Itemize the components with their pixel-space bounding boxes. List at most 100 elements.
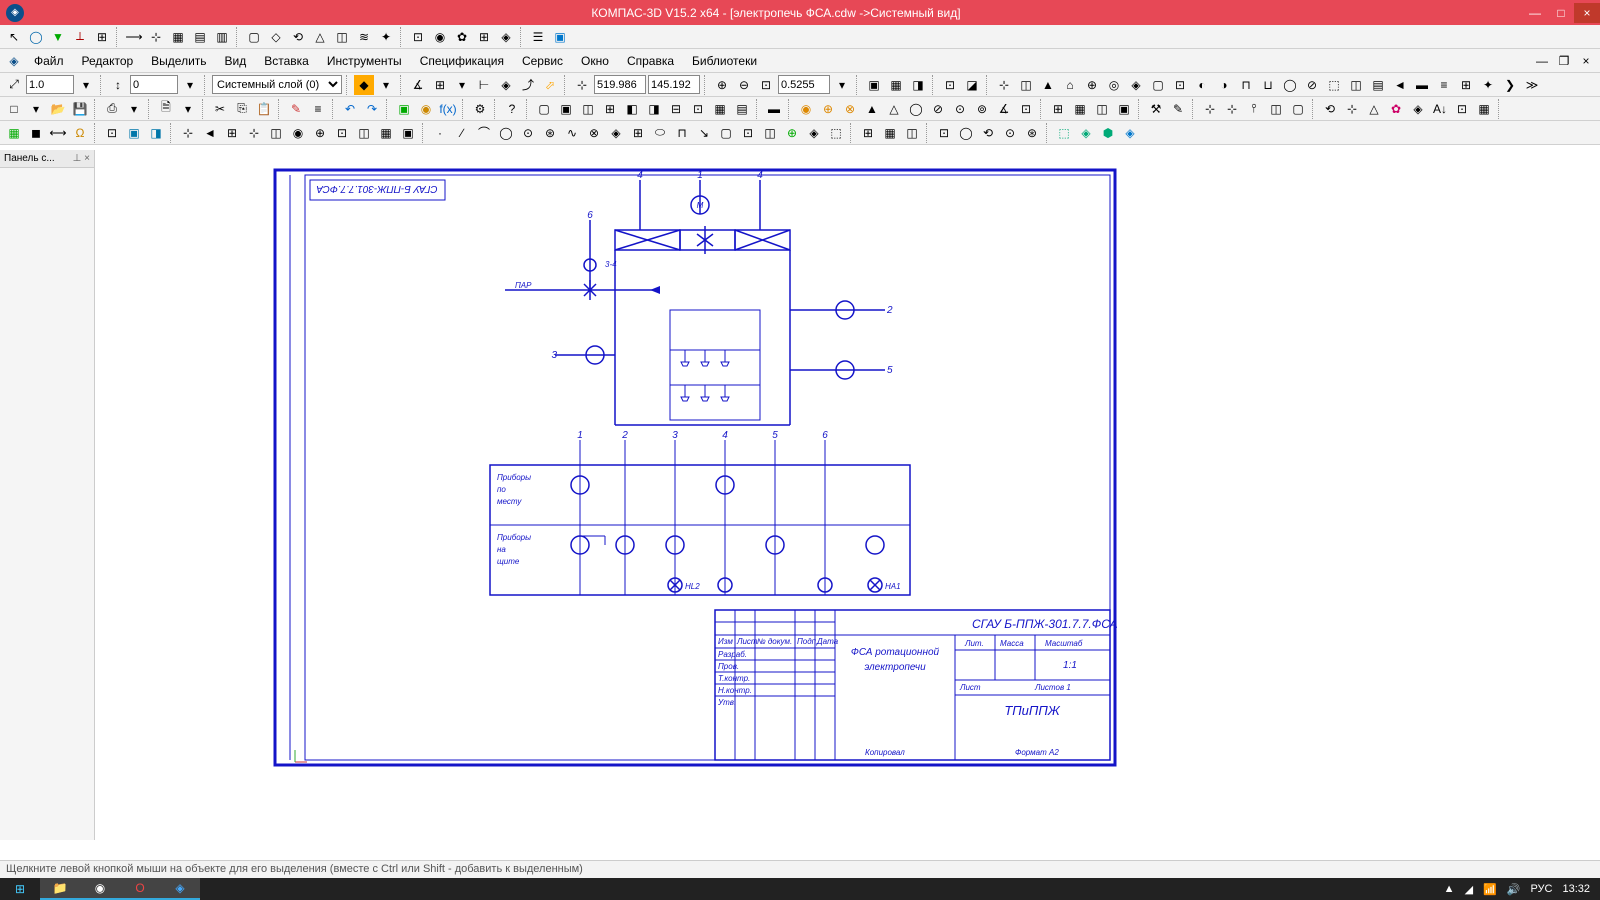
tool-icon[interactable]: ✿ (1386, 99, 1406, 119)
dropdown-icon[interactable]: ▾ (376, 75, 396, 95)
tool-icon[interactable]: ⟲ (978, 123, 998, 143)
tool-icon[interactable]: ☰ (528, 27, 548, 47)
tool-icon[interactable]: ▢ (716, 123, 736, 143)
tool-icon[interactable]: ⚒ (1146, 99, 1166, 119)
tool-icon[interactable]: ◯ (26, 27, 46, 47)
tool-icon[interactable]: ⊕ (818, 99, 838, 119)
tool-icon[interactable]: ▤ (1368, 75, 1388, 95)
menu-file[interactable]: Файл (26, 52, 72, 70)
tray-icon[interactable]: ▲ (1444, 883, 1455, 895)
tool-icon[interactable]: ⟲ (288, 27, 308, 47)
tool-icon[interactable]: ◫ (1016, 75, 1036, 95)
tool-icon[interactable]: ↘ (694, 123, 714, 143)
cut-icon[interactable]: ✂ (210, 99, 230, 119)
tool-icon[interactable]: ◯ (906, 99, 926, 119)
tool-icon[interactable]: ▢ (244, 27, 264, 47)
tool-icon[interactable]: ∿ (562, 123, 582, 143)
print-icon[interactable]: ⎙ (102, 99, 122, 119)
tool-icon[interactable]: ⬭ (650, 123, 670, 143)
fx-icon[interactable]: f(x) (438, 99, 458, 119)
tool-icon[interactable]: ▦ (886, 75, 906, 95)
help-icon[interactable]: ? (502, 99, 522, 119)
coord-y-input[interactable] (648, 75, 700, 94)
tool-icon[interactable]: ⊞ (474, 27, 494, 47)
close-button[interactable]: × (1574, 3, 1600, 23)
tool-icon[interactable]: ⊞ (628, 123, 648, 143)
tool-icon[interactable]: ▤ (732, 99, 752, 119)
tray-network-icon[interactable]: ◢ (1465, 883, 1473, 896)
tool-icon[interactable]: ≋ (354, 27, 374, 47)
tray-time[interactable]: 13:32 (1562, 883, 1590, 895)
tool-icon[interactable]: ◎ (1104, 75, 1124, 95)
dropdown-icon[interactable]: ▾ (26, 99, 46, 119)
dropdown-icon[interactable]: ▾ (178, 99, 198, 119)
tool-icon[interactable]: ⊹ (178, 123, 198, 143)
tool-icon[interactable]: ⊹ (1342, 99, 1362, 119)
menu-libraries[interactable]: Библиотеки (684, 52, 765, 70)
tool-icon[interactable]: ▥ (212, 27, 232, 47)
tool-icon[interactable]: ⊕ (1082, 75, 1102, 95)
tool-icon[interactable]: ⟂ (70, 27, 90, 47)
tool-icon[interactable]: ◪ (962, 75, 982, 95)
dropdown-icon[interactable]: ▾ (832, 75, 852, 95)
tool-icon[interactable]: ⊚ (972, 99, 992, 119)
tool-icon[interactable]: ▣ (394, 99, 414, 119)
tool-icon[interactable]: ⊙ (950, 99, 970, 119)
tool-icon[interactable]: ⊓ (672, 123, 692, 143)
tool-icon[interactable]: ⬀ (540, 75, 560, 95)
tool-icon[interactable]: ⟶ (124, 27, 144, 47)
tool-icon[interactable]: ❯ (1500, 75, 1520, 95)
tool-icon[interactable]: ⊹ (1222, 99, 1242, 119)
tray-lang[interactable]: РУС (1530, 883, 1552, 895)
tool-icon[interactable]: · (430, 123, 450, 143)
tool-icon[interactable]: ◉ (430, 27, 450, 47)
tool-icon[interactable]: ∡ (994, 99, 1014, 119)
tool-icon[interactable]: ≡ (308, 99, 328, 119)
tool-icon[interactable]: ◨ (146, 123, 166, 143)
tool-icon[interactable]: ▣ (398, 123, 418, 143)
tool-icon[interactable]: ⬚ (1324, 75, 1344, 95)
dropdown-icon[interactable]: ▾ (124, 99, 144, 119)
tool-icon[interactable]: ◯ (956, 123, 976, 143)
tool-icon[interactable]: ⊡ (738, 123, 758, 143)
tool-icon[interactable]: ◧ (622, 99, 642, 119)
layer-select[interactable]: Системный слой (0) (212, 75, 342, 94)
tool-icon[interactable]: ⊓ (1236, 75, 1256, 95)
tool-icon[interactable]: ⬚ (1054, 123, 1074, 143)
tool-icon[interactable]: ⊛ (1022, 123, 1042, 143)
tool-icon[interactable]: ✿ (452, 27, 472, 47)
tool-icon[interactable]: ⊘ (1302, 75, 1322, 95)
tool-icon[interactable]: ▣ (124, 123, 144, 143)
tool-icon[interactable]: ∕ (452, 123, 472, 143)
tool-icon[interactable]: ⟷ (48, 123, 68, 143)
copy-icon[interactable]: ⎘ (232, 99, 252, 119)
tool-icon[interactable]: ⊹ (146, 27, 166, 47)
undo-icon[interactable]: ↶ (340, 99, 360, 119)
tool-icon[interactable]: ▲ (1038, 75, 1058, 95)
tool-icon[interactable]: ⊙ (1000, 123, 1020, 143)
tool-icon[interactable]: ◨ (644, 99, 664, 119)
tool-icon[interactable]: ⊹ (1200, 99, 1220, 119)
dropdown-icon[interactable]: ▾ (452, 75, 472, 95)
tool-icon[interactable]: ▬ (764, 99, 784, 119)
tool-icon[interactable]: ✦ (1478, 75, 1498, 95)
open-icon[interactable]: 📂 (48, 99, 68, 119)
tool-icon[interactable]: ◨ (908, 75, 928, 95)
tool-icon[interactable]: ▣ (556, 99, 576, 119)
tool-icon[interactable]: ⟲ (1320, 99, 1340, 119)
tool-icon[interactable]: ⊹ (244, 123, 264, 143)
tool-icon[interactable]: ⤴ (518, 75, 538, 95)
color-icon[interactable]: ◆ (354, 75, 374, 95)
tool-icon[interactable]: ⊞ (600, 99, 620, 119)
tool-icon[interactable]: ⊕ (310, 123, 330, 143)
tool-icon[interactable]: ◈ (1076, 123, 1096, 143)
tool-icon[interactable]: ⊡ (1170, 75, 1190, 95)
tool-icon[interactable]: ▣ (550, 27, 570, 47)
tool-icon[interactable]: ⊡ (102, 123, 122, 143)
tool-icon[interactable]: ◇ (266, 27, 286, 47)
menu-service[interactable]: Сервис (514, 52, 571, 70)
tool-icon[interactable]: ▦ (880, 123, 900, 143)
start-button[interactable]: ⊞ (0, 878, 40, 900)
tool-icon[interactable]: ⊘ (928, 99, 948, 119)
taskbar-chrome[interactable]: ◉ (80, 878, 120, 900)
